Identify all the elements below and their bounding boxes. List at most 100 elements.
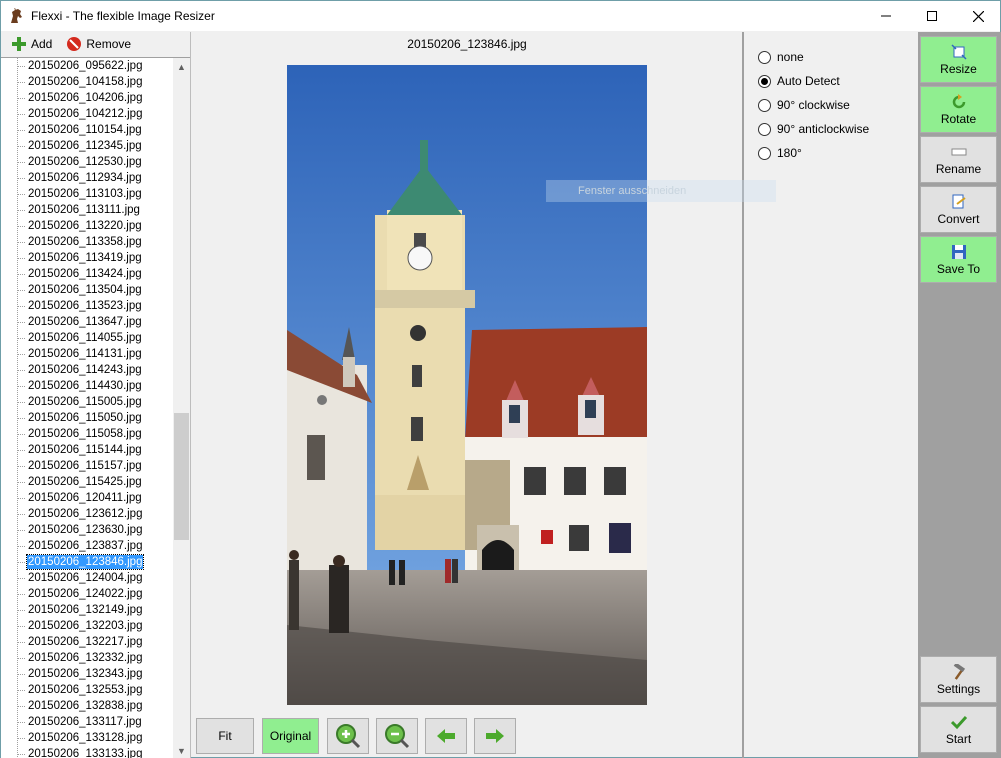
zoom-in-icon: [336, 724, 361, 749]
file-list-item[interactable]: 20150206_112345.jpg: [17, 138, 143, 154]
file-list-item[interactable]: 20150206_132203.jpg: [17, 618, 143, 634]
file-list-item[interactable]: 20150206_113424.jpg: [17, 266, 143, 282]
radio-180[interactable]: 180°: [758, 146, 802, 160]
radio-circle-selected: [758, 74, 771, 88]
file-list-item[interactable]: 20150206_113504.jpg: [17, 282, 143, 298]
file-list-item[interactable]: 20150206_120411.jpg: [17, 490, 143, 506]
radio-90-clockwise[interactable]: 90° clockwise: [758, 98, 850, 112]
remove-button[interactable]: Remove: [66, 36, 131, 52]
file-list-item[interactable]: 20150206_123612.jpg: [17, 506, 143, 522]
radio-label-auto-detect: Auto Detect: [777, 74, 840, 88]
zoom-in-button[interactable]: [327, 718, 369, 754]
file-list-item-selected[interactable]: 20150206_123846.jpg: [17, 554, 145, 570]
tree-connector: [17, 561, 25, 563]
file-name: 20150206_113523.jpg: [28, 300, 142, 312]
settings-button[interactable]: Settings: [920, 656, 997, 703]
convert-button[interactable]: Convert: [920, 186, 997, 233]
file-name: 20150206_113504.jpg: [28, 284, 142, 296]
radio-90-anticlockwise[interactable]: 90° anticlockwise: [758, 122, 869, 136]
arrow-left-icon: [437, 729, 455, 743]
tree-connector: [17, 289, 25, 291]
scroll-up-arrow-icon[interactable]: ▲: [173, 58, 190, 75]
file-list-item[interactable]: 20150206_132332.jpg: [17, 650, 143, 666]
file-list-item[interactable]: 20150206_113358.jpg: [17, 234, 143, 250]
fit-button[interactable]: Fit: [196, 718, 254, 754]
action-panel: Resize Rotate Rename Convert Save To Set…: [919, 32, 1001, 758]
next-image-button[interactable]: [474, 718, 516, 754]
file-list-item[interactable]: 20150206_113103.jpg: [17, 186, 143, 202]
file-list-item[interactable]: 20150206_115050.jpg: [17, 410, 143, 426]
file-list-item[interactable]: 20150206_112934.jpg: [17, 170, 143, 186]
original-button[interactable]: Original: [262, 718, 319, 754]
town-hall-photo: [287, 65, 647, 705]
file-list-item[interactable]: 20150206_112530.jpg: [17, 154, 143, 170]
file-list-item[interactable]: 20150206_095622.jpg: [17, 58, 143, 74]
file-list-item[interactable]: 20150206_115425.jpg: [17, 474, 143, 490]
save-to-label: Save To: [936, 261, 981, 276]
maximize-button[interactable]: [909, 1, 955, 31]
file-list-item[interactable]: 20150206_113111.jpg: [17, 202, 141, 218]
file-list-item[interactable]: 20150206_123630.jpg: [17, 522, 143, 538]
file-list-item[interactable]: 20150206_104212.jpg: [17, 106, 143, 122]
file-list-item[interactable]: 20150206_114243.jpg: [17, 362, 143, 378]
file-panel: Add Remove 20150206_095622.jpg 20150206_1…: [1, 32, 191, 758]
file-list-item[interactable]: 20150206_132343.jpg: [17, 666, 143, 682]
file-name: 20150206_113103.jpg: [28, 188, 142, 200]
minimize-button[interactable]: [863, 1, 909, 31]
file-list-scrollbar[interactable]: ▲ ▼: [173, 58, 190, 758]
file-name: 20150206_113647.jpg: [28, 316, 142, 328]
settings-label: Settings: [936, 681, 981, 696]
file-list-item[interactable]: 20150206_110154.jpg: [17, 122, 143, 138]
save-to-button[interactable]: Save To: [920, 236, 997, 283]
file-list-item[interactable]: 20150206_133128.jpg: [17, 730, 143, 746]
radio-label-90-clockwise: 90° clockwise: [777, 98, 850, 112]
file-name: 20150206_114243.jpg: [28, 364, 142, 376]
file-list-item[interactable]: 20150206_104206.jpg: [17, 90, 143, 106]
file-list-item[interactable]: 20150206_132217.jpg: [17, 634, 143, 650]
file-list-item[interactable]: 20150206_114131.jpg: [17, 346, 143, 362]
file-list-item[interactable]: 20150206_124022.jpg: [17, 586, 143, 602]
file-list-item[interactable]: 20150206_113419.jpg: [17, 250, 143, 266]
file-list[interactable]: 20150206_095622.jpg 20150206_104158.jpg 20…: [1, 57, 190, 758]
file-list-item[interactable]: 20150206_123837.jpg: [17, 538, 143, 554]
file-list-item[interactable]: 20150206_113647.jpg: [17, 314, 143, 330]
rotate-button[interactable]: Rotate: [920, 86, 997, 133]
tree-connector: [17, 641, 25, 643]
file-list-item[interactable]: 20150206_114430.jpg: [17, 378, 143, 394]
resize-button[interactable]: Resize: [920, 36, 997, 83]
scroll-down-arrow-icon[interactable]: ▼: [173, 742, 190, 758]
file-list-item[interactable]: 20150206_113220.jpg: [17, 218, 143, 234]
app-window: Flexxi - The flexible Image Resizer Add: [0, 0, 1001, 758]
tree-connector: [17, 673, 25, 675]
zoom-out-button[interactable]: [376, 718, 418, 754]
close-icon: [972, 10, 984, 22]
add-button[interactable]: Add: [11, 36, 52, 52]
scrollbar-thumb[interactable]: [174, 413, 189, 540]
file-list-item[interactable]: 20150206_115157.jpg: [17, 458, 143, 474]
resize-icon: [950, 43, 967, 60]
file-list-item[interactable]: 20150206_115005.jpg: [17, 394, 143, 410]
file-list-item[interactable]: 20150206_133133.jpg: [17, 746, 143, 758]
file-name: 20150206_133117.jpg: [28, 716, 142, 728]
file-list-item[interactable]: 20150206_114055.jpg: [17, 330, 143, 346]
file-list-item[interactable]: 20150206_124004.jpg: [17, 570, 143, 586]
file-list-item[interactable]: 20150206_115144.jpg: [17, 442, 143, 458]
tree-connector: [17, 513, 25, 515]
horse-logo-icon: [11, 8, 22, 23]
start-button[interactable]: Start: [920, 706, 997, 753]
close-button[interactable]: [955, 1, 1001, 31]
file-list-item[interactable]: 20150206_115058.jpg: [17, 426, 143, 442]
radio-none[interactable]: none: [758, 50, 804, 64]
file-list-item[interactable]: 20150206_132553.jpg: [17, 682, 143, 698]
file-list-item[interactable]: 20150206_132149.jpg: [17, 602, 143, 618]
radio-label-90-anticlockwise: 90° anticlockwise: [777, 122, 870, 136]
previous-image-button[interactable]: [425, 718, 467, 754]
minimize-icon: [881, 15, 891, 17]
file-name: 20150206_123837.jpg: [28, 540, 143, 552]
rename-button[interactable]: Rename: [920, 136, 997, 183]
file-list-item[interactable]: 20150206_113523.jpg: [17, 298, 143, 314]
file-list-item[interactable]: 20150206_104158.jpg: [17, 74, 143, 90]
file-list-item[interactable]: 20150206_132838.jpg: [17, 698, 143, 714]
radio-auto-detect[interactable]: Auto Detect: [758, 74, 840, 88]
file-list-item[interactable]: 20150206_133117.jpg: [17, 714, 143, 730]
